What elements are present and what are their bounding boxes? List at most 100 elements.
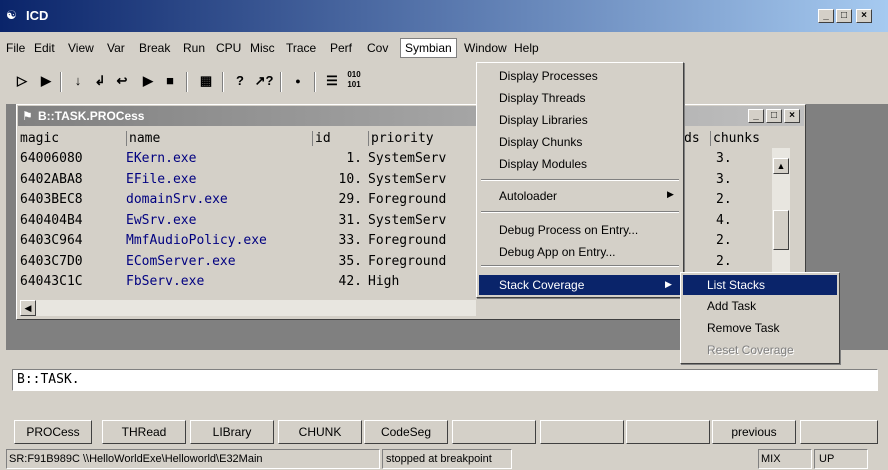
child-close-button[interactable]: × <box>784 109 800 123</box>
step-over-icon[interactable]: ▶ <box>34 70 58 94</box>
menu-item-display-libraries[interactable]: Display Libraries <box>499 113 588 127</box>
cell-magic: 640404B4 <box>20 212 83 228</box>
cell-chunks: 3. <box>716 171 732 187</box>
menu-item-debug-process-on-entry[interactable]: Debug Process on Entry... <box>499 223 638 237</box>
toolbar-separator <box>314 72 316 92</box>
cell-priority: SystemServ <box>368 171 447 187</box>
menu-item-autoloader[interactable]: Autoloader <box>499 189 557 203</box>
child-title-bar: ⚑ B::TASK.PROCess _ □ × <box>18 106 804 126</box>
toolbar-separator <box>60 72 62 92</box>
status-location: SR:F91B989C \\HelloWorldExe\Helloworld\E… <box>6 449 380 469</box>
close-button[interactable]: × <box>856 9 872 23</box>
menu-item-debug-app-on-entry[interactable]: Debug App on Entry... <box>499 245 616 259</box>
cell-name: EComServer.exe <box>126 253 236 269</box>
menu-view[interactable]: View <box>68 41 94 55</box>
window-icon[interactable]: ▦ <box>194 70 218 94</box>
window-title: ICD <box>26 8 49 23</box>
cell-name: EKern.exe <box>126 151 197 166</box>
cell-name: EwSrv.exe <box>126 212 197 228</box>
context-help-icon[interactable]: ↗? <box>252 70 276 94</box>
command-input[interactable]: B::TASK. <box>17 372 80 387</box>
up-return-icon[interactable]: ↩ <box>110 70 134 94</box>
stack-coverage-submenu: List Stacks Add Task Remove Task Reset C… <box>680 272 840 364</box>
cell-magic: 6403C7D0 <box>20 253 83 269</box>
scroll-left-icon[interactable]: ◀ <box>20 300 36 316</box>
submenu-item-remove-task[interactable]: Remove Task <box>707 321 779 335</box>
codeseg-button[interactable]: CodeSeg <box>364 420 448 444</box>
menu-item-display-chunks[interactable]: Display Chunks <box>499 135 582 149</box>
empty-button[interactable] <box>452 420 536 444</box>
break-icon[interactable]: ■ <box>158 70 182 94</box>
scroll-thumb[interactable] <box>773 210 789 250</box>
horizontal-scrollbar[interactable]: ◀ <box>20 300 476 316</box>
scroll-up-icon[interactable]: ▲ <box>773 158 789 174</box>
cell-chunks: 2. <box>716 233 732 248</box>
menu-cpu[interactable]: CPU <box>216 41 241 55</box>
menu-run[interactable]: Run <box>183 41 205 55</box>
menu-item-display-processes[interactable]: Display Processes <box>499 69 598 83</box>
menu-separator <box>481 179 679 181</box>
chunk-button[interactable]: CHUNK <box>278 420 362 444</box>
minimize-button[interactable]: _ <box>818 9 834 23</box>
cell-priority: SystemServ <box>368 151 447 166</box>
menu-var[interactable]: Var <box>107 41 125 55</box>
menu-cov[interactable]: Cov <box>367 41 388 55</box>
thread-button[interactable]: THRead <box>102 420 186 444</box>
previous-button[interactable]: previous <box>712 420 796 444</box>
submenu-item-add-task[interactable]: Add Task <box>707 299 756 313</box>
menu-item-display-threads[interactable]: Display Threads <box>499 91 585 105</box>
menu-break[interactable]: Break <box>139 41 170 55</box>
cell-chunks: 2. <box>716 253 732 269</box>
child-maximize-button[interactable]: □ <box>766 109 782 123</box>
menu-item-display-modules[interactable]: Display Modules <box>499 157 587 171</box>
stop-icon[interactable]: ● <box>286 70 310 94</box>
empty-button[interactable] <box>800 420 878 444</box>
cell-id: 33. <box>338 233 362 248</box>
submenu-item-list-stacks[interactable]: List Stacks <box>683 275 837 295</box>
menu-perf[interactable]: Perf <box>330 41 352 55</box>
column-id[interactable]: id <box>312 131 331 146</box>
symbian-menu: Display Processes Display Threads Displa… <box>476 62 684 298</box>
menu-edit[interactable]: Edit <box>34 41 55 55</box>
menu-misc[interactable]: Misc <box>250 41 275 55</box>
step-icon[interactable]: ▷ <box>10 70 34 94</box>
return-icon[interactable]: ↲ <box>88 70 112 94</box>
empty-button[interactable] <box>626 420 710 444</box>
menu-item-stack-coverage[interactable]: Stack Coverage ▶ <box>479 275 681 295</box>
title-bar: ☯ ICD _ □ × <box>0 0 888 32</box>
menu-file[interactable]: File <box>6 41 25 55</box>
binary-icon[interactable]: 010 101 <box>342 70 366 94</box>
empty-button[interactable] <box>540 420 624 444</box>
cell-id: 29. <box>338 192 362 207</box>
menu-bar: File Edit View Var Break Run CPU Misc Tr… <box>0 36 888 60</box>
cell-id: 1. <box>346 151 362 166</box>
status-dir: UP <box>814 449 868 469</box>
status-mode: MIX <box>758 449 812 469</box>
help-icon[interactable]: ? <box>228 70 252 94</box>
column-magic[interactable]: magic <box>20 131 59 146</box>
library-button[interactable]: LIBrary <box>190 420 274 444</box>
cell-priority: Foreground <box>368 233 447 248</box>
menu-window[interactable]: Window <box>464 41 507 55</box>
column-chunks[interactable]: chunks <box>710 131 760 146</box>
menu-help[interactable]: Help <box>514 41 539 55</box>
go-icon[interactable]: ▶ <box>136 70 160 94</box>
child-minimize-button[interactable]: _ <box>748 109 764 123</box>
cell-magic: 64006080 <box>20 151 83 166</box>
cell-id: 10. <box>338 171 362 187</box>
column-ds[interactable]: ds <box>684 131 700 146</box>
maximize-button[interactable]: □ <box>836 9 852 23</box>
menu-symbian[interactable]: Symbian <box>400 38 457 58</box>
menu-trace[interactable]: Trace <box>286 41 316 55</box>
submenu-arrow-icon: ▶ <box>665 279 672 289</box>
column-name[interactable]: name <box>126 131 160 146</box>
proces-button[interactable]: PROCess <box>14 420 92 444</box>
column-priority[interactable]: priority <box>368 131 434 146</box>
toolbar-separator <box>186 72 188 92</box>
cell-magic: 6403C964 <box>20 233 83 248</box>
command-line[interactable]: B::TASK. <box>12 369 878 391</box>
toolbar-separator <box>280 72 282 92</box>
down-arrow-icon[interactable]: ↓ <box>66 70 90 94</box>
list-icon[interactable]: ☰ <box>320 70 344 94</box>
submenu-item-reset-coverage: Reset Coverage <box>707 343 794 357</box>
